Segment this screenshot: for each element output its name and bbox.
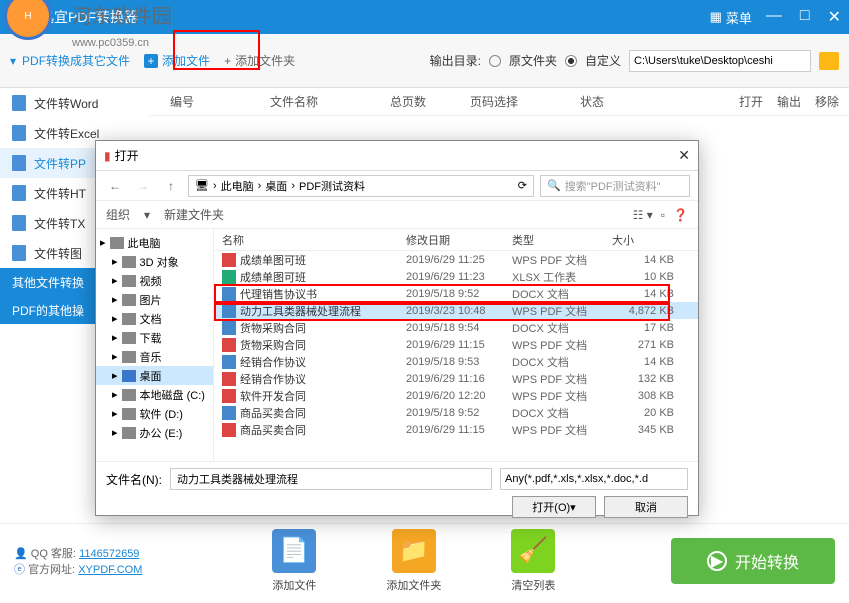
file-row[interactable]: 成绩单图可班2019/6/29 11:23XLSX 工作表10 KB <box>214 268 698 285</box>
pdf-icon: ▮ <box>104 149 111 163</box>
help-icon[interactable]: ❓ <box>673 208 688 222</box>
th-open: 打开 <box>739 93 763 110</box>
file-row[interactable]: 经销合作协议2019/5/18 9:53DOCX 文档14 KB <box>214 353 698 370</box>
radio-custom[interactable] <box>565 55 577 67</box>
filename-input[interactable] <box>170 468 492 490</box>
back-button[interactable]: ← <box>104 175 126 197</box>
bottom-bar: 👤 QQ 客服: 1146572659 ⓔ 官方网址: XYPDF.COM 📄 … <box>0 523 849 597</box>
site-link[interactable]: XYPDF.COM <box>78 564 142 576</box>
folder-tree: ▸此电脑▸3D 对象▸视频▸图片▸文档▸下载▸音乐▸桌面▸本地磁盘 (C:)▸软… <box>96 229 214 461</box>
open-dialog: ▮ 打开 ✕ ← → ↑ 🖥 ›此电脑 ›桌面 ›PDF测试资料 ⟳ 🔍 搜索"… <box>95 140 699 516</box>
new-folder-button[interactable]: 新建文件夹 <box>164 206 224 223</box>
file-row[interactable]: 商品买卖合同2019/6/29 11:15WPS PDF 文档345 KB <box>214 421 698 438</box>
pc-icon: 🖥 <box>195 179 209 192</box>
plus-icon: + <box>144 54 158 68</box>
output-path-input[interactable] <box>629 50 811 72</box>
th-name: 文件名称 <box>270 93 390 110</box>
file-row[interactable]: 货物采购合同2019/6/29 11:15WPS PDF 文档271 KB <box>214 336 698 353</box>
broom-icon: 🧹 <box>511 529 555 573</box>
open-button[interactable]: 打开(O) ▾ <box>512 496 596 518</box>
tree-item[interactable]: ▸下载 <box>96 328 213 347</box>
doc-icon <box>12 125 26 141</box>
tree-item[interactable]: ▸软件 (D:) <box>96 404 213 423</box>
add-file-action[interactable]: 📄 添加文件 <box>272 529 316 593</box>
forward-button[interactable]: → <box>132 175 154 197</box>
filter-select[interactable] <box>500 468 688 490</box>
maximize-button[interactable]: □ <box>800 7 810 27</box>
up-button[interactable]: ↑ <box>160 175 182 197</box>
qq-icon: 👤 <box>14 548 28 560</box>
breadcrumb[interactable]: 🖥 ›此电脑 ›桌面 ›PDF测试资料 ⟳ <box>188 175 534 197</box>
doc-icon <box>12 185 26 201</box>
start-button[interactable]: ▶ 开始转换 <box>671 538 835 584</box>
th-range: 页码选择 <box>470 93 580 110</box>
col-size[interactable]: 大小 <box>612 232 698 248</box>
file-row[interactable]: 代理销售协议书2019/5/18 9:52DOCX 文档14 KB <box>214 285 698 302</box>
tree-item[interactable]: ▸桌面 <box>96 366 213 385</box>
filename-label: 文件名(N): <box>106 471 162 488</box>
file-row[interactable]: 软件开发合同2019/6/20 12:20WPS PDF 文档308 KB <box>214 387 698 404</box>
file-plus-icon: 📄 <box>272 529 316 573</box>
output-label: 输出目录: <box>430 52 481 69</box>
preview-icon[interactable]: ▫ <box>661 208 665 222</box>
th-number: 编号 <box>170 93 270 110</box>
dialog-title: ▮ 打开 ✕ <box>96 141 698 171</box>
sidebar-item-word[interactable]: 文件转Word <box>0 88 150 118</box>
dialog-toolbar: 组织▾ 新建文件夹 ☷ ▾ ▫ ❓ <box>96 201 698 229</box>
search-input[interactable]: 🔍 搜索"PDF测试资料" <box>540 175 690 197</box>
folder-plus-icon: 📁 <box>392 529 436 573</box>
minimize-button[interactable]: — <box>766 7 782 27</box>
radio-original[interactable] <box>489 55 501 67</box>
add-folder-action[interactable]: 📁 添加文件夹 <box>386 529 441 593</box>
arrow-down-icon: ▾ <box>10 54 16 68</box>
active-tab[interactable]: ▾PDF转换成其它文件 <box>10 52 130 69</box>
menu-button[interactable]: ▦ 菜单 <box>710 8 752 27</box>
ie-icon: ⓔ <box>14 564 25 576</box>
col-date[interactable]: 修改日期 <box>406 232 512 248</box>
tree-item[interactable]: ▸此电脑 <box>96 233 213 252</box>
highlight-box <box>173 30 260 70</box>
file-list: 名称 修改日期 类型 大小 成绩单图可班2019/6/29 11:25WPS P… <box>214 229 698 461</box>
file-row[interactable]: 经销合作协议2019/6/29 11:16WPS PDF 文档132 KB <box>214 370 698 387</box>
play-icon: ▶ <box>707 551 727 571</box>
organize-button[interactable]: 组织 <box>106 206 130 223</box>
file-row[interactable]: 成绩单图可班2019/6/29 11:25WPS PDF 文档14 KB <box>214 251 698 268</box>
tree-item[interactable]: ▸文档 <box>96 309 213 328</box>
tree-item[interactable]: ▸音乐 <box>96 347 213 366</box>
contact-info: 👤 QQ 客服: 1146572659 ⓔ 官方网址: XYPDF.COM <box>14 545 142 577</box>
th-output: 输出 <box>777 93 801 110</box>
doc-icon <box>12 95 26 111</box>
dialog-footer: 文件名(N): 打开(O) ▾ 取消 <box>96 461 698 524</box>
clear-action[interactable]: 🧹 清空列表 <box>511 529 555 593</box>
dialog-nav: ← → ↑ 🖥 ›此电脑 ›桌面 ›PDF测试资料 ⟳ 🔍 搜索"PDF测试资料… <box>96 171 698 201</box>
col-name[interactable]: 名称 <box>214 232 406 248</box>
file-row[interactable]: 商品买卖合同2019/5/18 9:52DOCX 文档20 KB <box>214 404 698 421</box>
watermark: 河东软件园 www.pc0359.cn <box>72 0 172 52</box>
folder-icon[interactable] <box>819 52 839 70</box>
doc-icon <box>12 245 26 261</box>
doc-icon <box>12 155 26 171</box>
file-row[interactable]: 货物采购合同2019/5/18 9:54DOCX 文档17 KB <box>214 319 698 336</box>
tree-item[interactable]: ▸办公 (E:) <box>96 423 213 442</box>
grid-icon: ▦ <box>710 9 722 25</box>
qq-link[interactable]: 1146572659 <box>79 548 139 560</box>
tree-item[interactable]: ▸本地磁盘 (C:) <box>96 385 213 404</box>
cancel-button[interactable]: 取消 <box>604 496 688 518</box>
col-type[interactable]: 类型 <box>512 232 612 248</box>
th-remove: 移除 <box>815 93 839 110</box>
refresh-icon[interactable]: ⟳ <box>518 179 527 192</box>
doc-icon <box>12 215 26 231</box>
view-icon[interactable]: ☷ ▾ <box>633 208 653 222</box>
tree-item[interactable]: ▸视频 <box>96 271 213 290</box>
dialog-close-button[interactable]: ✕ <box>678 147 690 164</box>
search-icon: 🔍 <box>547 179 561 192</box>
file-row[interactable]: 动力工具类器械处理流程2019/3/23 10:48WPS PDF 文档4,87… <box>214 302 698 319</box>
tree-item[interactable]: ▸图片 <box>96 290 213 309</box>
th-status: 状态 <box>580 93 680 110</box>
close-button[interactable]: ✕ <box>828 7 841 27</box>
tree-item[interactable]: ▸3D 对象 <box>96 252 213 271</box>
th-pages: 总页数 <box>390 93 470 110</box>
